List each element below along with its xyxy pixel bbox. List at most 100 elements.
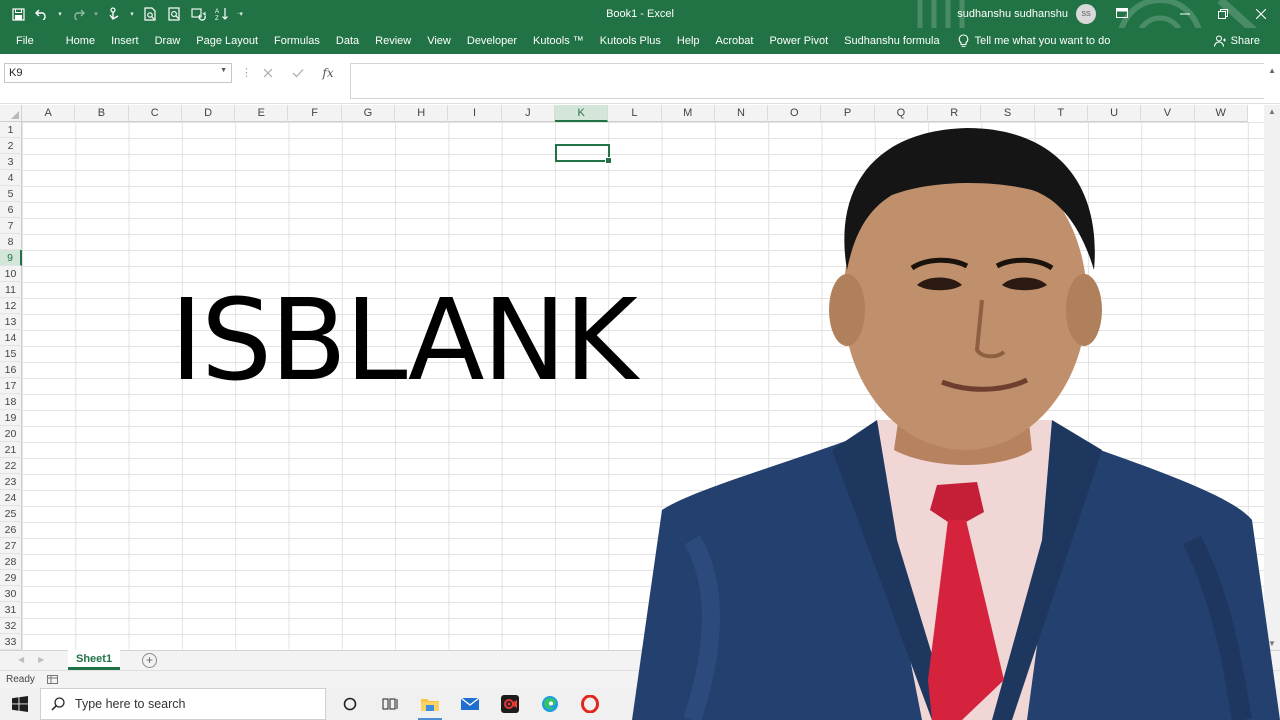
- row-header-10[interactable]: 10: [0, 266, 22, 282]
- confirm-entry-icon[interactable]: [286, 63, 310, 83]
- windows-start-icon[interactable]: [0, 688, 40, 720]
- formula-input[interactable]: [350, 63, 1264, 99]
- tell-me-search[interactable]: Tell me what you want to do: [948, 28, 1110, 54]
- cancel-entry-icon[interactable]: [256, 63, 280, 83]
- column-header-p[interactable]: P: [821, 105, 875, 122]
- column-header-v[interactable]: V: [1141, 105, 1195, 122]
- opera-browser-icon[interactable]: [570, 688, 610, 720]
- row-header-26[interactable]: 26: [0, 522, 22, 538]
- column-header-b[interactable]: B: [75, 105, 129, 122]
- close-icon[interactable]: [1242, 0, 1280, 28]
- screen-recorder-icon[interactable]: [490, 688, 530, 720]
- column-header-r[interactable]: R: [928, 105, 982, 122]
- row-header-5[interactable]: 5: [0, 186, 22, 202]
- scroll-up-icon[interactable]: ▲: [1268, 107, 1276, 116]
- ribbon-tab-file[interactable]: File: [0, 28, 58, 54]
- ribbon-tab-power-pivot[interactable]: Power Pivot: [761, 28, 836, 54]
- formula-bar-splitter-icon[interactable]: ⋮: [241, 66, 252, 79]
- refresh-all-icon[interactable]: [188, 4, 208, 24]
- row-header-11[interactable]: 11: [0, 282, 22, 298]
- touch-mode-icon[interactable]: [104, 4, 124, 24]
- ribbon-tab-developer[interactable]: Developer: [459, 28, 525, 54]
- column-header-c[interactable]: C: [129, 105, 182, 122]
- minimize-icon[interactable]: [1166, 0, 1204, 28]
- row-header-2[interactable]: 2: [0, 138, 22, 154]
- row-header-21[interactable]: 21: [0, 442, 22, 458]
- mail-icon[interactable]: [450, 688, 490, 720]
- row-header-29[interactable]: 29: [0, 570, 22, 586]
- row-header-7[interactable]: 7: [0, 218, 22, 234]
- row-header-17[interactable]: 17: [0, 378, 22, 394]
- ribbon-tab-insert[interactable]: Insert: [103, 28, 147, 54]
- row-header-8[interactable]: 8: [0, 234, 22, 250]
- new-sheet-button[interactable]: +: [142, 653, 157, 668]
- ribbon-display-options-icon[interactable]: [1116, 7, 1128, 21]
- sort-icon[interactable]: AZ: [212, 4, 232, 24]
- cortana-icon[interactable]: [330, 688, 370, 720]
- column-header-a[interactable]: A: [22, 105, 76, 122]
- row-header-24[interactable]: 24: [0, 490, 22, 506]
- touch-mode-dropdown-icon[interactable]: ▾: [128, 4, 136, 24]
- prev-sheet-icon[interactable]: ◀: [18, 655, 24, 664]
- row-header-25[interactable]: 25: [0, 506, 22, 522]
- scroll-down-icon[interactable]: ▼: [1268, 639, 1276, 648]
- expand-formula-bar-icon[interactable]: ▲: [1268, 66, 1276, 75]
- next-sheet-icon[interactable]: ▶: [38, 655, 44, 664]
- ribbon-tab-acrobat[interactable]: Acrobat: [708, 28, 762, 54]
- row-header-20[interactable]: 20: [0, 426, 22, 442]
- vertical-scrollbar[interactable]: ▲ ▼: [1264, 105, 1280, 650]
- column-header-d[interactable]: D: [182, 105, 236, 122]
- row-header-3[interactable]: 3: [0, 154, 22, 170]
- print-preview-icon[interactable]: [140, 4, 160, 24]
- ribbon-tab-data[interactable]: Data: [328, 28, 367, 54]
- row-header-13[interactable]: 13: [0, 314, 22, 330]
- row-header-32[interactable]: 32: [0, 618, 22, 634]
- row-header-27[interactable]: 27: [0, 538, 22, 554]
- sheet-tab-sheet1[interactable]: Sheet1: [68, 650, 121, 670]
- column-header-w[interactable]: W: [1195, 105, 1248, 122]
- column-header-l[interactable]: L: [608, 105, 662, 122]
- ribbon-tab-home[interactable]: Home: [58, 28, 103, 54]
- ribbon-tab-kutools-plus[interactable]: Kutools Plus: [592, 28, 669, 54]
- user-account[interactable]: sudhanshu sudhanshu SS: [957, 0, 1128, 28]
- save-icon[interactable]: [8, 4, 28, 24]
- column-header-o[interactable]: O: [768, 105, 822, 122]
- taskbar-search-box[interactable]: Type here to search: [40, 688, 326, 720]
- ribbon-tab-formulas[interactable]: Formulas: [266, 28, 328, 54]
- customize-qat-icon[interactable]: ⋅▾: [236, 4, 244, 24]
- redo-icon[interactable]: [68, 4, 88, 24]
- row-header-22[interactable]: 22: [0, 458, 22, 474]
- name-box[interactable]: K9 ▼: [4, 63, 232, 83]
- column-header-i[interactable]: I: [448, 105, 502, 122]
- active-cell-k9[interactable]: [555, 144, 612, 164]
- share-button[interactable]: Share: [1213, 28, 1260, 54]
- insert-function-button[interactable]: fx: [316, 63, 340, 83]
- row-header-12[interactable]: 12: [0, 298, 22, 314]
- zoom-page-icon[interactable]: [164, 4, 184, 24]
- task-view-icon[interactable]: [370, 688, 410, 720]
- avatar[interactable]: SS: [1076, 4, 1096, 24]
- edge-browser-icon[interactable]: [530, 688, 570, 720]
- undo-dropdown-icon[interactable]: ▾: [56, 4, 64, 24]
- macro-recording-icon[interactable]: [47, 674, 58, 688]
- column-header-q[interactable]: Q: [875, 105, 929, 122]
- column-header-g[interactable]: G: [342, 105, 396, 122]
- row-header-9[interactable]: 9: [0, 250, 22, 266]
- column-header-h[interactable]: H: [395, 105, 449, 122]
- row-header-31[interactable]: 31: [0, 602, 22, 618]
- column-header-u[interactable]: U: [1088, 105, 1142, 122]
- ribbon-tab-review[interactable]: Review: [367, 28, 419, 54]
- column-header-n[interactable]: N: [715, 105, 769, 122]
- name-box-dropdown-icon[interactable]: ▼: [220, 67, 227, 74]
- column-header-s[interactable]: S: [981, 105, 1035, 122]
- column-header-t[interactable]: T: [1035, 105, 1088, 122]
- row-header-18[interactable]: 18: [0, 394, 22, 410]
- column-header-j[interactable]: J: [502, 105, 555, 122]
- column-header-m[interactable]: M: [662, 105, 715, 122]
- column-header-f[interactable]: F: [288, 105, 342, 122]
- redo-dropdown-icon[interactable]: ▾: [92, 4, 100, 24]
- ribbon-tab-draw[interactable]: Draw: [147, 28, 189, 54]
- column-header-k[interactable]: K: [554, 105, 609, 122]
- row-header-14[interactable]: 14: [0, 330, 22, 346]
- ribbon-tab-help[interactable]: Help: [669, 28, 708, 54]
